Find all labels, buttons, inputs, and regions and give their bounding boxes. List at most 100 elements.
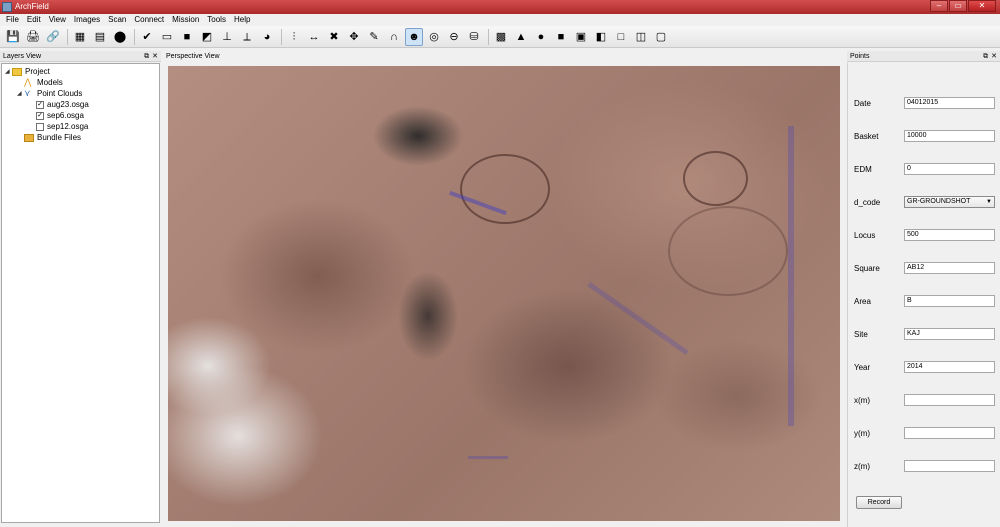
basket-input[interactable]: 10000 <box>904 130 995 142</box>
layer-checkbox[interactable]: ✓ <box>36 111 44 120</box>
perspective-view-title-bar: Perspective View <box>163 51 845 62</box>
minimize-button[interactable]: – <box>930 0 948 12</box>
layer-checkbox[interactable]: ✓ <box>36 100 44 109</box>
point-cloud-viewport[interactable] <box>168 66 840 521</box>
toolbar-separator <box>67 28 68 45</box>
move-icon[interactable]: ✥ <box>345 28 363 46</box>
points-form: Record Date 04012015 Basket 10000 EDM 0 d_code… <box>847 63 1000 527</box>
stop-icon[interactable]: ⬤ <box>111 28 129 46</box>
menu-view[interactable]: View <box>45 14 70 26</box>
menu-connect[interactable]: Connect <box>130 14 168 26</box>
tree-item-project[interactable]: ◢ Project <box>5 66 50 77</box>
layers-icon[interactable]: ◩ <box>198 28 216 46</box>
sphere-icon[interactable]: ● <box>532 28 550 46</box>
box-top-icon[interactable]: ▢ <box>652 28 670 46</box>
window-title: ArchField <box>15 2 49 11</box>
menu-bar: File Edit View Images Scan Connect Missi… <box>0 14 1000 26</box>
check-icon[interactable]: ✔ <box>138 28 156 46</box>
menu-edit[interactable]: Edit <box>23 14 45 26</box>
menu-help[interactable]: Help <box>230 14 254 26</box>
window-controls: – ▭ ✕ <box>929 0 996 12</box>
date-input[interactable]: 04012015 <box>904 97 995 109</box>
close-icon[interactable]: ✕ <box>991 53 997 60</box>
menu-scan[interactable]: Scan <box>104 14 130 26</box>
scan-icon[interactable]: ▤ <box>91 28 109 46</box>
tree-item-sep6-osga[interactable]: ✓ sep6.osga <box>29 110 84 121</box>
axes-3d-icon[interactable]: ⟂ <box>238 28 256 46</box>
stone-circle <box>683 151 748 206</box>
user-icon[interactable]: ☻ <box>405 27 423 46</box>
box-side-icon[interactable]: ◧ <box>592 28 610 46</box>
layers-tree: ◢ Project ⋀ Models ◢ ⋎ Point Clouds ✓ aug23.osga… <box>1 63 160 523</box>
database-icon[interactable]: ⛁ <box>465 28 483 46</box>
texture-icon[interactable]: ▩ <box>492 28 510 46</box>
y-m-input[interactable] <box>904 427 995 439</box>
x-m-input[interactable] <box>904 394 995 406</box>
box-outline-icon[interactable]: □ <box>612 28 630 46</box>
minus-icon[interactable]: ⊖ <box>445 28 463 46</box>
menu-tools[interactable]: Tools <box>203 14 230 26</box>
perspective-view-title: Perspective View <box>166 53 220 60</box>
tree-item-bundle-files[interactable]: Bundle Files <box>17 132 81 143</box>
sliders-icon[interactable]: ⫶ <box>285 28 303 46</box>
app-icon <box>2 2 12 12</box>
square-input[interactable]: AB12 <box>904 262 995 274</box>
cube-icon[interactable]: ■ <box>178 28 196 46</box>
tree-item-sep12-osga[interactable]: sep12.osga <box>29 121 88 132</box>
site-input[interactable]: KAJ <box>904 328 995 340</box>
box-wire-icon[interactable]: ◫ <box>632 28 650 46</box>
z-m-input[interactable] <box>904 460 995 472</box>
bundle-icon <box>24 133 34 142</box>
menu-images[interactable]: Images <box>70 14 104 26</box>
expand-toggle-icon[interactable]: ◢ <box>17 90 24 97</box>
maximize-button[interactable]: ▭ <box>949 0 967 12</box>
magnet-icon[interactable]: ∩ <box>385 28 403 46</box>
tree-item-label: sep12.osga <box>47 122 89 131</box>
tree-item-label: sep6.osga <box>47 111 84 120</box>
target-icon[interactable]: ◎ <box>425 28 443 46</box>
box-blue-icon[interactable]: ■ <box>552 28 570 46</box>
locus-label: Locus <box>854 231 876 240</box>
y-m-label: y(m) <box>854 429 870 438</box>
locus-input[interactable]: 500 <box>904 229 995 241</box>
terrain-icon[interactable]: ▲ <box>512 28 530 46</box>
grid-icon[interactable]: ▦ <box>71 28 89 46</box>
points-panel: Points ⧉ ✕ Record Date 04012015 Basket 10000… <box>847 51 1000 527</box>
year-input[interactable]: 2014 <box>904 361 995 373</box>
layers-view-title-bar: Layers View ⧉ ✕ <box>0 51 161 62</box>
menu-file[interactable]: File <box>2 14 23 26</box>
points-title: Points <box>850 53 870 60</box>
x-m-label: x(m) <box>854 396 870 405</box>
float-icon[interactable]: ⧉ <box>144 53 149 60</box>
print-icon[interactable]: 🖨 <box>24 28 42 46</box>
d-code-select[interactable]: GR-GROUNDSHOT ▼ <box>904 196 995 208</box>
record-button[interactable]: Record <box>856 496 902 509</box>
tree-item-label: Models <box>37 78 63 87</box>
save-icon[interactable]: 💾 <box>4 28 22 46</box>
link-icon[interactable]: 🔗 <box>44 28 62 46</box>
layer-checkbox[interactable] <box>36 122 44 131</box>
edm-label: EDM <box>854 165 872 174</box>
edm-input[interactable]: 0 <box>904 163 995 175</box>
folder-icon <box>12 67 22 76</box>
close-button[interactable]: ✕ <box>968 0 996 12</box>
tree-item-point-clouds[interactable]: ◢ ⋎ Point Clouds <box>17 88 82 99</box>
measure-icon[interactable]: ↔ <box>305 28 323 46</box>
cross-icon[interactable]: ✖ <box>325 28 343 46</box>
battery-icon[interactable]: ▭ <box>158 28 176 46</box>
area-input[interactable]: B <box>904 295 995 307</box>
box-front-icon[interactable]: ▣ <box>572 28 590 46</box>
tree-item-label: Bundle Files <box>37 133 82 142</box>
tree-item-aug23-osga[interactable]: ✓ aug23.osga <box>29 99 89 110</box>
layers-view-title: Layers View <box>3 53 42 60</box>
close-icon[interactable]: ✕ <box>152 53 158 60</box>
tree-item-models[interactable]: ⋀ Models <box>17 77 63 88</box>
float-icon[interactable]: ⧉ <box>983 53 988 60</box>
menu-mission[interactable]: Mission <box>168 14 203 26</box>
pie-icon[interactable]: ◕ <box>258 28 276 46</box>
expand-toggle-icon[interactable]: ◢ <box>5 68 12 75</box>
basket-label: Basket <box>854 132 879 141</box>
year-label: Year <box>854 363 871 372</box>
pencil-icon[interactable]: ✎ <box>365 28 383 46</box>
axis-icon[interactable]: ⊥ <box>218 28 236 46</box>
